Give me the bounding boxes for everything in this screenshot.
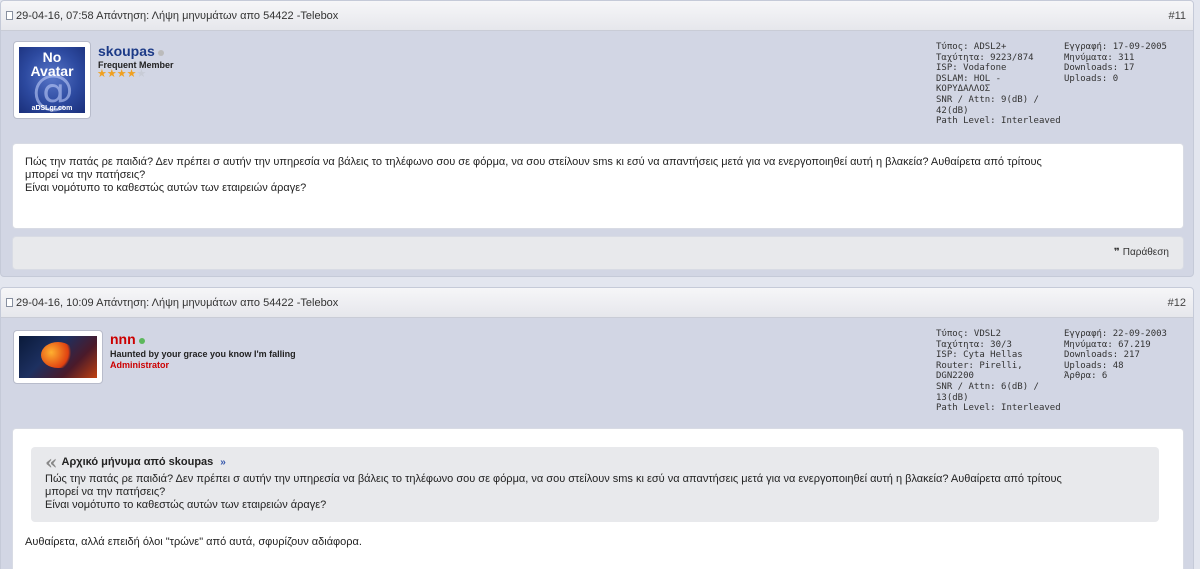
- message-line: Πώς την πατάς ρε παιδιά? Δεν πρέπει σ αυ…: [25, 156, 1042, 168]
- quote-icon: ❞: [1113, 247, 1120, 258]
- stat-line: 13(dB): [936, 392, 969, 403]
- no-avatar-image: @ No Avatar aDSLgr.com: [19, 47, 85, 113]
- stat-line: Router: Pirelli,: [936, 360, 1023, 371]
- post-message: Πώς την πατάς ρε παιδιά? Δεν πρέπει σ αυ…: [12, 143, 1184, 229]
- quote-button[interactable]: ❞ Παράθεση: [1114, 247, 1169, 258]
- message-line: μπορεί να την πατήσεις?: [25, 169, 146, 181]
- user-role: Administrator: [110, 360, 170, 370]
- message-line: Αυθαίρετα, αλλά επειδή όλοι "τρώνε" από …: [25, 536, 362, 548]
- post-icon: [6, 298, 13, 307]
- post-12: 29-04-16, 10:09 Απάντηση: Λήψη μηνυμάτων…: [0, 287, 1194, 569]
- username-text[interactable]: skoupas: [98, 43, 155, 59]
- quote-marks-icon: «: [45, 450, 58, 474]
- post-icon: [6, 11, 13, 20]
- online-status-icon: [138, 338, 145, 345]
- online-status-icon: [157, 50, 164, 57]
- reputation-stars-icon: ★★★★★: [97, 68, 147, 80]
- stat-line: Άρθρα: 6: [1064, 371, 1108, 382]
- connection-stats: Τύπος: ADSL2+ Ταχύτητα: 9223/874 ISP: Voda…: [936, 42, 1061, 127]
- post-number-link[interactable]: #12: [1168, 297, 1186, 309]
- stat-line: Τύπος: VDSL2: [936, 329, 1002, 339]
- avatar[interactable]: @ No Avatar aDSLgr.com: [13, 41, 91, 119]
- stat-line: 42(dB): [936, 105, 969, 116]
- user-stats: Εγγραφή: 22-09-2003 Μηνύματα: 67.219 Downl…: [1064, 329, 1167, 382]
- post-header: 29-04-16, 10:09 Απάντηση: Λήψη μηνυμάτων…: [1, 288, 1193, 318]
- post-date-title: 29-04-16, 07:58 Απάντηση: Λήψη μηνυμάτων…: [16, 9, 339, 22]
- quote-button-label: Παράθεση: [1122, 247, 1169, 258]
- view-post-arrow-icon[interactable]: »: [220, 456, 226, 469]
- stat-line: Ταχύτητα: 9223/874: [936, 52, 1034, 63]
- quote-block: « Αρχικό μήνυμα από skoupas » Πώς την πα…: [31, 447, 1159, 522]
- stat-line: Μηνύματα: 67.219: [1064, 339, 1151, 350]
- stat-line: DGN2200: [936, 371, 974, 382]
- stat-line: Uploads: 48: [1064, 360, 1124, 371]
- stat-line: Uploads: 0: [1064, 73, 1119, 84]
- user-info: @ No Avatar aDSLgr.com skoupas Frequent …: [1, 31, 1193, 141]
- stat-line: Downloads: 17: [1064, 63, 1135, 74]
- post-message: « Αρχικό μήνυμα από skoupas » Πώς την πα…: [12, 428, 1184, 569]
- stat-line: ISP: Vodafone: [936, 63, 1007, 74]
- post-number-link[interactable]: #11: [1168, 10, 1186, 22]
- avatar-text-line2: Avatar: [30, 63, 74, 79]
- post-footer: ❞ Παράθεση: [12, 236, 1184, 270]
- stat-line: Path Level: Interleaved: [936, 116, 1061, 127]
- stat-line: Εγγραφή: 17-09-2005: [1064, 42, 1167, 52]
- username-text[interactable]: nnn: [110, 331, 136, 347]
- stat-line: Path Level: Interleaved: [936, 403, 1061, 414]
- stat-line: Εγγραφή: 22-09-2003: [1064, 329, 1167, 339]
- stat-line: SNR / Attn: 6(dB) /: [936, 381, 1039, 392]
- phoenix-avatar-image: [19, 336, 97, 378]
- user-title: Haunted by your grace you know I'm falli…: [110, 349, 296, 359]
- username[interactable]: skoupas: [98, 43, 164, 59]
- stat-line: Downloads: 217: [1064, 350, 1140, 361]
- post-11: 29-04-16, 07:58 Απάντηση: Λήψη μηνυμάτων…: [0, 0, 1194, 277]
- avatar[interactable]: [13, 330, 103, 384]
- quote-header: « Αρχικό μήνυμα από skoupas »: [45, 450, 1147, 474]
- stat-line: SNR / Attn: 9(dB) /: [936, 94, 1039, 105]
- connection-stats: Τύπος: VDSL2 Ταχύτητα: 30/3 ISP: Cyta Hell…: [936, 329, 1061, 414]
- quote-title: Αρχικό μήνυμα από skoupas: [61, 455, 214, 468]
- message-line: Είναι νομότυπο το καθεστώς αυτών των ετα…: [25, 182, 307, 194]
- post-header: 29-04-16, 07:58 Απάντηση: Λήψη μηνυμάτων…: [1, 1, 1193, 31]
- user-stats: Εγγραφή: 17-09-2005 Μηνύματα: 311 Download…: [1064, 42, 1167, 84]
- post-date-title: 29-04-16, 10:09 Απάντηση: Λήψη μηνυμάτων…: [16, 296, 339, 309]
- avatar-caption: aDSLgr.com: [31, 105, 73, 112]
- quote-line: Πώς την πατάς ρε παιδιά? Δεν πρέπει σ αυ…: [45, 473, 1062, 485]
- stat-line: Ταχύτητα: 30/3: [936, 339, 1012, 350]
- stat-line: ΚΟΡΥΔΑΛΛΟΣ: [936, 84, 991, 95]
- stat-line: Μηνύματα: 311: [1064, 52, 1135, 63]
- user-info: nnn Haunted by your grace you know I'm f…: [1, 318, 1193, 428]
- username[interactable]: nnn: [110, 331, 145, 347]
- stat-line: Τύπος: ADSL2+: [936, 42, 1007, 52]
- quote-line: Είναι νομότυπο το καθεστώς αυτών των ετα…: [45, 499, 327, 511]
- stat-line: ISP: Cyta Hellas: [936, 350, 1023, 361]
- stat-line: DSLAM: HOL -: [936, 73, 1002, 84]
- quote-line: μπορεί να την πατήσεις?: [45, 486, 166, 498]
